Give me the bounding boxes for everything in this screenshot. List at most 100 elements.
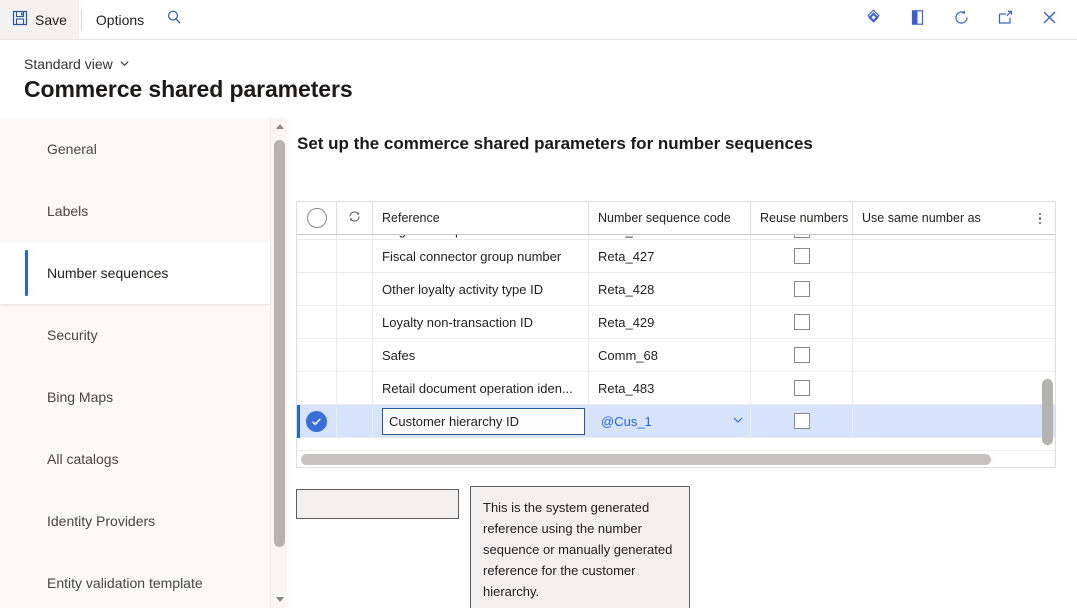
cell-reference[interactable]: Other loyalty activity type ID <box>373 273 589 305</box>
cell-reuse-numbers[interactable] <box>751 372 853 404</box>
column-header-reference[interactable]: Reference <box>373 202 589 234</box>
sidebar-item-identity-providers[interactable]: Identity Providers <box>0 490 270 552</box>
row-sync-cell <box>337 339 373 371</box>
bottom-input-field[interactable] <box>296 489 459 519</box>
number-sequence-code-combobox[interactable]: @Cus_1 <box>598 408 750 435</box>
checkbox-icon[interactable] <box>794 248 810 264</box>
cell-number-sequence-code[interactable]: @Cus_1 <box>589 405 751 437</box>
refresh-icon <box>952 8 971 32</box>
checkbox-icon[interactable] <box>794 347 810 363</box>
cell-reuse-numbers[interactable] <box>751 235 853 239</box>
open-in-new-window-icon <box>996 8 1015 32</box>
cell-number-sequence-code[interactable]: Comm_68 <box>589 339 751 371</box>
cell-reference[interactable]: Registration process number <box>373 235 589 239</box>
sync-column-header[interactable] <box>337 202 373 234</box>
checkbox-icon[interactable] <box>794 281 810 297</box>
cell-reuse-numbers[interactable] <box>751 339 853 371</box>
cell-use-same-number-as[interactable] <box>853 273 1039 305</box>
sidebar-scrollbar-thumb[interactable] <box>274 140 285 547</box>
row-select-cell[interactable] <box>297 240 337 272</box>
refresh-button[interactable] <box>943 2 979 38</box>
view-selector[interactable]: Standard view <box>24 56 130 72</box>
diamond-pattern-button[interactable] <box>855 2 891 38</box>
open-in-new-window-button[interactable] <box>987 2 1023 38</box>
cell-reuse-numbers[interactable] <box>751 306 853 338</box>
sidebar-item-number-sequences[interactable]: Number sequences <box>0 242 270 304</box>
table-row[interactable]: Fiscal connector group number Reta_427 <box>297 240 1055 273</box>
grid-horizontal-scrollbar[interactable] <box>297 450 1055 467</box>
reference-input[interactable]: Customer hierarchy ID <box>382 408 585 435</box>
panel-book-button[interactable] <box>899 2 935 38</box>
row-select-cell[interactable] <box>297 372 337 404</box>
grid-horizontal-scrollbar-thumb[interactable] <box>301 454 991 465</box>
row-sync-cell <box>337 405 373 437</box>
sidebar-item-general[interactable]: General <box>0 118 270 180</box>
scroll-down-arrow-icon[interactable] <box>271 591 288 608</box>
grid-vertical-scrollbar-thumb[interactable] <box>1042 379 1053 445</box>
sidebar-item-all-catalogs[interactable]: All catalogs <box>0 428 270 490</box>
row-select-cell[interactable] <box>297 273 337 305</box>
sidebar-item-bing-maps[interactable]: Bing Maps <box>0 366 270 428</box>
table-row[interactable]: Safes Comm_68 <box>297 339 1055 372</box>
cell-reference[interactable]: Retail document operation iden... <box>373 372 589 404</box>
table-row[interactable]: Other loyalty activity type ID Reta_428 <box>297 273 1055 306</box>
sidebar-item-security[interactable]: Security <box>0 304 270 366</box>
sync-icon <box>347 209 362 227</box>
checkbox-icon[interactable] <box>794 314 810 330</box>
cell-use-same-number-as[interactable] <box>853 405 1039 437</box>
save-button[interactable]: Save <box>0 0 79 39</box>
row-select-cell[interactable] <box>297 235 337 239</box>
row-selected-check-icon <box>306 411 327 432</box>
column-header-reuse-numbers[interactable]: Reuse numbers <box>751 202 853 234</box>
sidebar-item-label: Security <box>47 327 98 343</box>
cell-reuse-numbers[interactable] <box>751 405 853 437</box>
select-all-header[interactable] <box>297 202 337 234</box>
options-button[interactable]: Options <box>84 0 156 39</box>
cell-use-same-number-as[interactable] <box>853 339 1039 371</box>
row-select-cell[interactable] <box>297 339 337 371</box>
sidebar-item-entity-validation-template[interactable]: Entity validation template <box>0 552 270 608</box>
cell-number-sequence-code[interactable]: Reta_427 <box>589 240 751 272</box>
cell-reference[interactable]: Customer hierarchy ID <box>373 405 589 437</box>
checkbox-icon[interactable] <box>794 235 810 238</box>
row-sync-cell <box>337 273 373 305</box>
cell-reuse-numbers[interactable] <box>751 240 853 272</box>
close-button[interactable] <box>1031 2 1067 38</box>
cell-number-sequence-code[interactable]: Reta_483 <box>589 372 751 404</box>
table-row[interactable]: Loyalty non-transaction ID Reta_429 <box>297 306 1055 339</box>
row-select-cell[interactable] <box>297 405 337 437</box>
search-button[interactable] <box>156 2 192 38</box>
cell-use-same-number-as[interactable] <box>853 240 1039 272</box>
combobox-value: @Cus_1 <box>601 414 652 429</box>
row-sync-cell <box>337 235 373 239</box>
column-header-number-sequence-code[interactable]: Number sequence code <box>589 202 751 234</box>
cell-reference[interactable]: Safes <box>373 339 589 371</box>
sidebar-item-labels[interactable]: Labels <box>0 180 270 242</box>
select-all-circle-icon <box>307 208 327 228</box>
grid-options-button[interactable] <box>1031 202 1049 235</box>
cell-number-sequence-code[interactable]: Reta_426 <box>589 235 751 239</box>
cell-use-same-number-as[interactable] <box>853 372 1039 404</box>
cell-use-same-number-as[interactable] <box>853 306 1039 338</box>
cell-reuse-numbers[interactable] <box>751 273 853 305</box>
cell-reference[interactable]: Fiscal connector group number <box>373 240 589 272</box>
cell-number-sequence-code[interactable]: Reta_428 <box>589 273 751 305</box>
sidebar-scrollbar[interactable] <box>270 118 287 608</box>
table-row-selected[interactable]: Customer hierarchy ID @Cus_1 <box>297 405 1055 438</box>
table-row[interactable]: Retail document operation iden... Reta_4… <box>297 372 1055 405</box>
cell-number-sequence-code[interactable]: Reta_429 <box>589 306 751 338</box>
cell-reference[interactable]: Loyalty non-transaction ID <box>373 306 589 338</box>
checkbox-icon[interactable] <box>794 380 810 396</box>
cell-use-same-number-as[interactable] <box>853 235 1039 239</box>
save-label: Save <box>35 12 67 28</box>
section-title: Set up the commerce shared parameters fo… <box>297 134 813 154</box>
scroll-up-arrow-icon[interactable] <box>271 118 288 135</box>
checkbox-icon[interactable] <box>794 413 810 429</box>
chevron-down-icon[interactable] <box>732 414 744 429</box>
row-select-cell[interactable] <box>297 306 337 338</box>
view-selector-label: Standard view <box>24 56 113 72</box>
save-icon <box>12 10 28 29</box>
sidebar: General Labels Number sequences Security… <box>0 118 270 608</box>
column-header-use-same-number-as[interactable]: Use same number as <box>853 202 1039 234</box>
panel-book-icon <box>908 8 927 32</box>
